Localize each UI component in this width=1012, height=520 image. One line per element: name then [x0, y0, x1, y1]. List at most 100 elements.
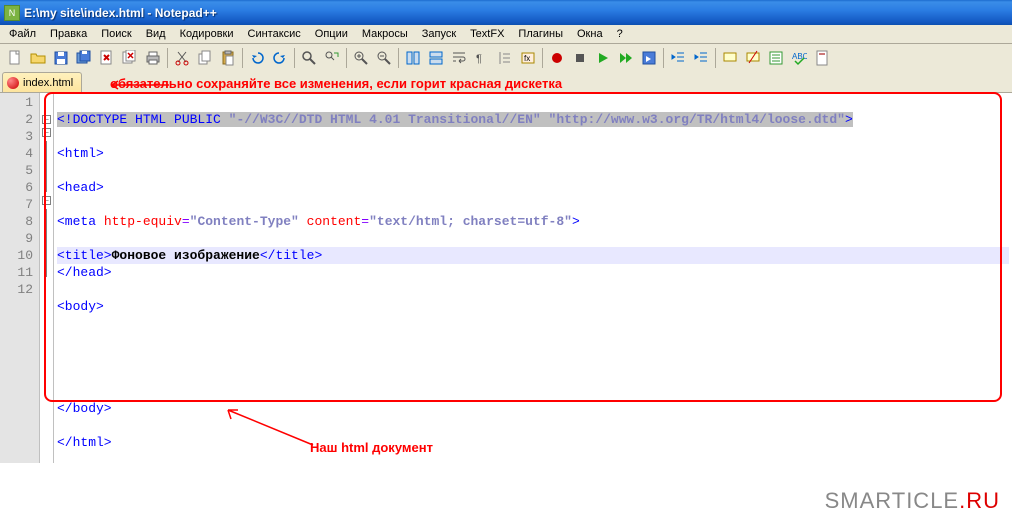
toolbar-separator: [346, 48, 347, 68]
zoom-in-icon[interactable]: [350, 47, 372, 69]
tab-label: index.html: [23, 77, 73, 89]
toolbar-separator: [294, 48, 295, 68]
fold-column[interactable]: − − −: [40, 93, 54, 463]
code-line: [57, 468, 1009, 485]
show-chars-icon[interactable]: ¶: [471, 47, 493, 69]
indent-guide-icon[interactable]: [494, 47, 516, 69]
menu-run[interactable]: Запуск: [415, 26, 463, 42]
lang-icon[interactable]: fx: [517, 47, 539, 69]
line-number-gutter: 1 2 3 4 5 6 7 8 9 10 11 12: [0, 93, 40, 463]
menu-search[interactable]: Поиск: [94, 26, 138, 42]
replace-icon[interactable]: [321, 47, 343, 69]
svg-text:fx: fx: [524, 54, 530, 63]
macro-play-icon[interactable]: [592, 47, 614, 69]
code-line: <body>: [57, 298, 1009, 315]
redo-icon[interactable]: [269, 47, 291, 69]
fold-toggle-icon[interactable]: −: [42, 115, 51, 124]
wrap-icon[interactable]: [448, 47, 470, 69]
code-line: [57, 332, 1009, 349]
code-line: <meta http-equiv="Content-Type" content=…: [57, 213, 1009, 230]
code-line: </body>: [57, 400, 1009, 417]
menu-macros[interactable]: Макросы: [355, 26, 415, 42]
annotation-bottom: Наш html документ: [310, 440, 433, 455]
toolbar-separator: [663, 48, 664, 68]
menu-windows[interactable]: Окна: [570, 26, 610, 42]
toolbar-separator: [167, 48, 168, 68]
tab-index-html[interactable]: index.html: [2, 72, 82, 92]
code-line: <!DOCTYPE HTML PUBLIC "-//W3C//DTD HTML …: [57, 111, 1009, 128]
annotation-top: обязательно сохраняйте все изменения, ес…: [110, 76, 562, 91]
save-all-icon[interactable]: [73, 47, 95, 69]
menu-view[interactable]: Вид: [139, 26, 173, 42]
code-line: </head>: [57, 264, 1009, 281]
watermark: SMARTICLE.RU: [825, 488, 1000, 514]
line-number: 11: [0, 264, 33, 281]
toolbar-separator: [542, 48, 543, 68]
macro-record-icon[interactable]: [546, 47, 568, 69]
code-content[interactable]: <!DOCTYPE HTML PUBLIC "-//W3C//DTD HTML …: [54, 93, 1012, 463]
line-number: 4: [0, 145, 33, 162]
brand-tld: .RU: [959, 488, 1000, 513]
toolbar-separator: [398, 48, 399, 68]
editor-area[interactable]: 1 2 3 4 5 6 7 8 9 10 11 12 − − − <!DOCTY…: [0, 93, 1012, 463]
close-all-icon[interactable]: [119, 47, 141, 69]
save-icon[interactable]: [50, 47, 72, 69]
fold-toggle-icon[interactable]: −: [42, 128, 51, 137]
macro-stop-icon[interactable]: [569, 47, 591, 69]
code-line: <head>: [57, 179, 1009, 196]
code-line: </html>: [57, 434, 1009, 451]
fold-toggle-icon[interactable]: −: [42, 196, 51, 205]
macro-save-icon[interactable]: [638, 47, 660, 69]
menu-help[interactable]: ?: [610, 26, 630, 42]
sync-v-icon[interactable]: [402, 47, 424, 69]
uncomment-icon[interactable]: [742, 47, 764, 69]
macro-play-multi-icon[interactable]: [615, 47, 637, 69]
menu-encoding[interactable]: Кодировки: [173, 26, 241, 42]
line-number: 1: [0, 94, 33, 111]
menubar: Файл Правка Поиск Вид Кодировки Синтакси…: [0, 25, 1012, 44]
line-number: 10: [0, 247, 33, 264]
line-number: 6: [0, 179, 33, 196]
unsaved-indicator-icon: [7, 77, 19, 89]
line-number: 3: [0, 128, 33, 145]
line-number: 5: [0, 162, 33, 179]
menu-options[interactable]: Опции: [308, 26, 355, 42]
spellcheck-icon[interactable]: ABC: [788, 47, 810, 69]
cut-icon[interactable]: [171, 47, 193, 69]
doc-map-icon[interactable]: [811, 47, 833, 69]
window-title: E:\my site\index.html - Notepad++: [24, 6, 217, 20]
toolbar-separator: [715, 48, 716, 68]
open-file-icon[interactable]: [27, 47, 49, 69]
menu-file[interactable]: Файл: [2, 26, 43, 42]
zoom-out-icon[interactable]: [373, 47, 395, 69]
find-icon[interactable]: [298, 47, 320, 69]
print-icon[interactable]: [142, 47, 164, 69]
brand-name: SMARTICLE: [825, 488, 960, 513]
comment-icon[interactable]: [719, 47, 741, 69]
paste-icon[interactable]: [217, 47, 239, 69]
line-number: 7: [0, 196, 33, 213]
line-number: 9: [0, 230, 33, 247]
svg-text:ABC: ABC: [792, 52, 807, 61]
line-number: 8: [0, 213, 33, 230]
toolbar: ¶ fx ABC: [0, 44, 1012, 72]
app-icon: N: [4, 5, 20, 21]
undo-icon[interactable]: [246, 47, 268, 69]
code-line: <html>: [57, 145, 1009, 162]
indent-icon[interactable]: [690, 47, 712, 69]
code-line: [57, 366, 1009, 383]
menu-edit[interactable]: Правка: [43, 26, 94, 42]
sync-h-icon[interactable]: [425, 47, 447, 69]
outdent-icon[interactable]: [667, 47, 689, 69]
svg-text:¶: ¶: [476, 53, 482, 65]
copy-icon[interactable]: [194, 47, 216, 69]
menu-textfx[interactable]: TextFX: [463, 26, 511, 42]
window-titlebar: N E:\my site\index.html - Notepad++: [0, 0, 1012, 25]
toolbar-separator: [242, 48, 243, 68]
function-list-icon[interactable]: [765, 47, 787, 69]
code-line: <title>Фоновое изображение</title>: [57, 247, 1009, 264]
close-icon[interactable]: [96, 47, 118, 69]
new-file-icon[interactable]: [4, 47, 26, 69]
menu-syntax[interactable]: Синтаксис: [241, 26, 308, 42]
menu-plugins[interactable]: Плагины: [511, 26, 570, 42]
